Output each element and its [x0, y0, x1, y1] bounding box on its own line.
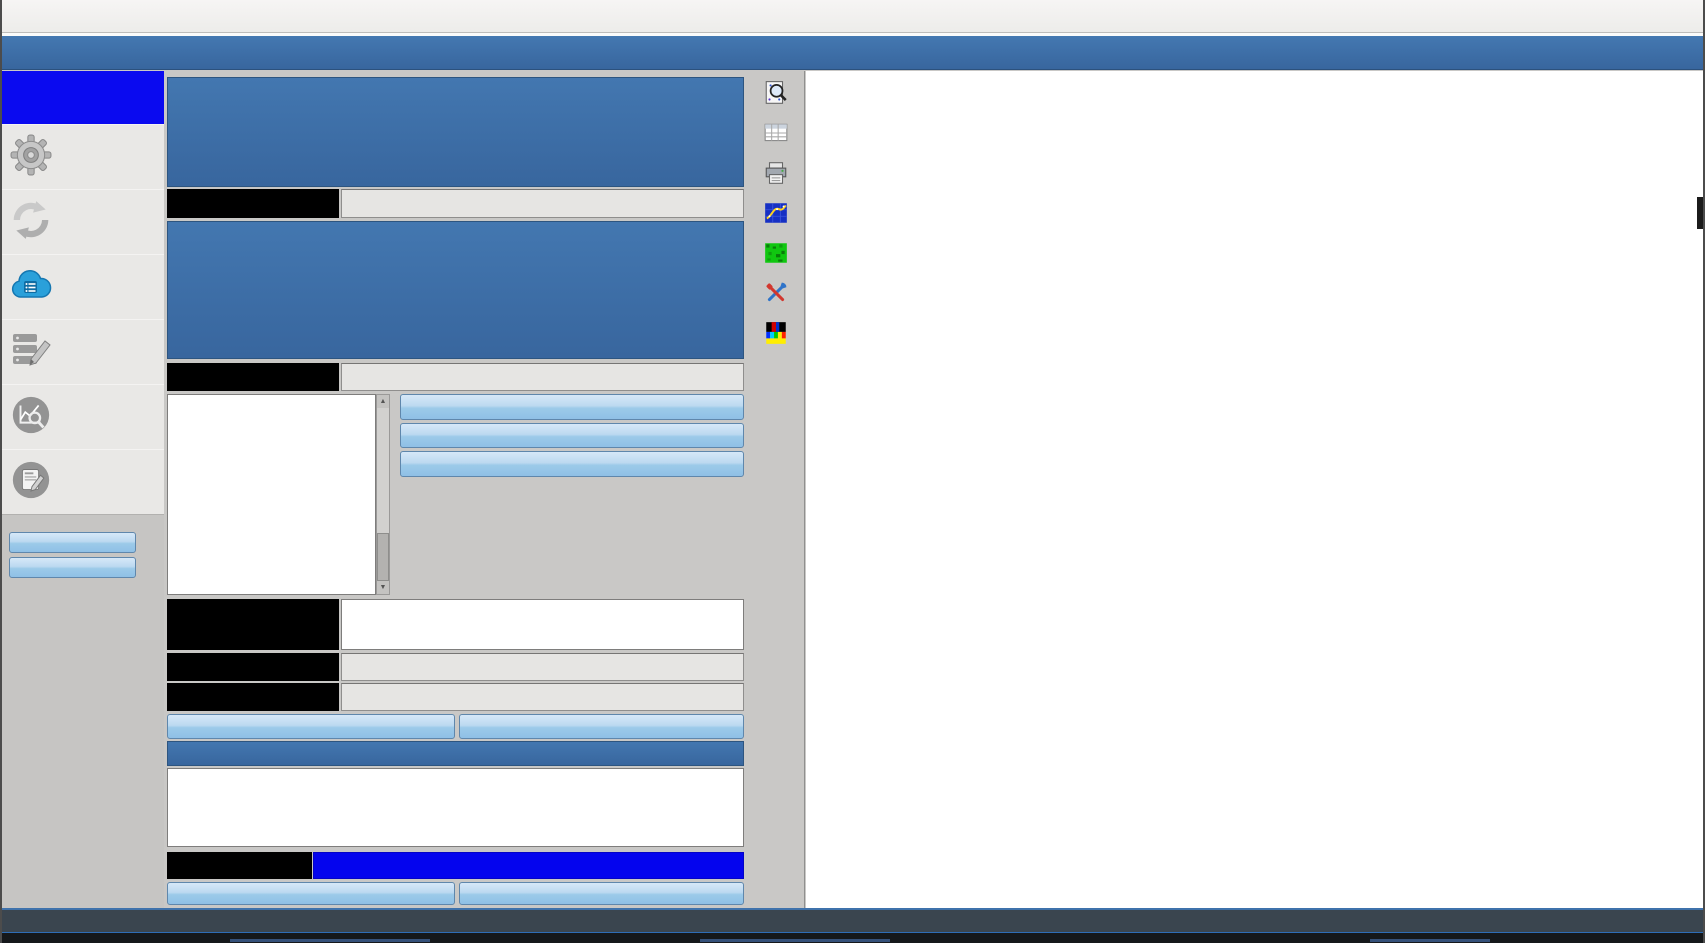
sidebar-item-live-update[interactable]	[2, 189, 164, 255]
edit-list-icon	[7, 330, 55, 375]
refresh-icon	[7, 199, 55, 246]
triple-info-label	[167, 653, 339, 681]
print-icon	[763, 173, 789, 190]
cmap-icon	[763, 333, 789, 350]
config-tool-button[interactable]	[748, 280, 804, 311]
desktop-taskbar	[0, 932, 1705, 943]
zoom-icon	[763, 93, 789, 110]
cloud-icon	[7, 265, 55, 310]
status-value	[313, 852, 744, 879]
solution-label	[167, 683, 339, 711]
sidebar-item-analysis[interactable]	[2, 384, 164, 450]
solution-field[interactable]	[341, 683, 744, 711]
print-tool-button[interactable]	[748, 160, 804, 191]
instructions-box[interactable]	[167, 768, 744, 847]
description-label	[167, 363, 339, 391]
undo-reference-scans-button[interactable]	[400, 423, 744, 448]
sidebar-item-report[interactable]	[2, 449, 164, 515]
comments-label	[167, 599, 339, 650]
drop-selected-triples-button[interactable]	[400, 451, 744, 477]
include-all-button[interactable]	[459, 714, 744, 739]
png-icon	[763, 253, 789, 270]
cmap-tool-button[interactable]	[748, 320, 804, 351]
scroll-down-icon[interactable]: ▼	[377, 581, 389, 594]
run-information-banner	[167, 77, 744, 187]
sidebar-help-button[interactable]	[9, 532, 136, 553]
taskbar-entry	[230, 939, 430, 942]
svg-tool-button[interactable]	[748, 200, 804, 231]
run-id-field[interactable]	[341, 189, 744, 218]
gear-icon	[7, 134, 55, 181]
absorbance-plot[interactable]	[806, 71, 1703, 908]
panel-save-button[interactable]	[459, 882, 744, 905]
status-label	[167, 852, 312, 879]
sidebar-item-experiment[interactable]	[2, 124, 164, 190]
zoom-tool-button[interactable]	[748, 80, 804, 111]
sidebar-section-manage-optima-runs[interactable]	[2, 71, 164, 124]
window-titlebar[interactable]	[0, 0, 1705, 33]
png-tool-button[interactable]	[748, 240, 804, 271]
define-reference-scans-button[interactable]	[400, 394, 744, 420]
sidebar	[2, 71, 164, 908]
csv-tool-button[interactable]	[748, 120, 804, 151]
app-header-banner	[0, 36, 1705, 70]
instructions-banner	[167, 741, 744, 766]
taskbar-entry	[700, 939, 890, 942]
scrollbar-thumb[interactable]	[377, 533, 389, 581]
run-id-label	[167, 189, 339, 218]
config-icon	[763, 293, 789, 310]
close-button[interactable]	[1643, 0, 1677, 32]
cell-channel-wavelength-banner	[167, 221, 744, 359]
lims-import-panel: ▲ ▼	[166, 71, 748, 908]
plot-panel	[806, 71, 1703, 908]
triple-info-field[interactable]	[341, 653, 744, 681]
triples-scrollbar[interactable]: ▲ ▼	[376, 394, 390, 595]
scroll-up-icon[interactable]: ▲	[377, 395, 389, 408]
sidebar-item-lims-import[interactable]	[2, 254, 164, 320]
description-field[interactable]	[341, 363, 744, 391]
sidebar-exit-button[interactable]	[9, 557, 136, 578]
report-icon	[7, 459, 55, 506]
panel-help-button[interactable]	[167, 882, 455, 905]
app-statusbar	[0, 908, 1705, 932]
window-left-edge	[0, 0, 2, 943]
taskbar-entry	[1370, 939, 1490, 942]
csv-icon	[763, 133, 789, 150]
exclude-scans-button[interactable]	[167, 714, 455, 739]
svg-icon	[763, 213, 789, 230]
triples-list[interactable]	[167, 394, 376, 595]
analysis-icon	[7, 394, 55, 441]
comments-input[interactable]	[341, 599, 744, 650]
plot-toolbar	[748, 71, 805, 908]
sidebar-item-editing[interactable]	[2, 319, 164, 385]
